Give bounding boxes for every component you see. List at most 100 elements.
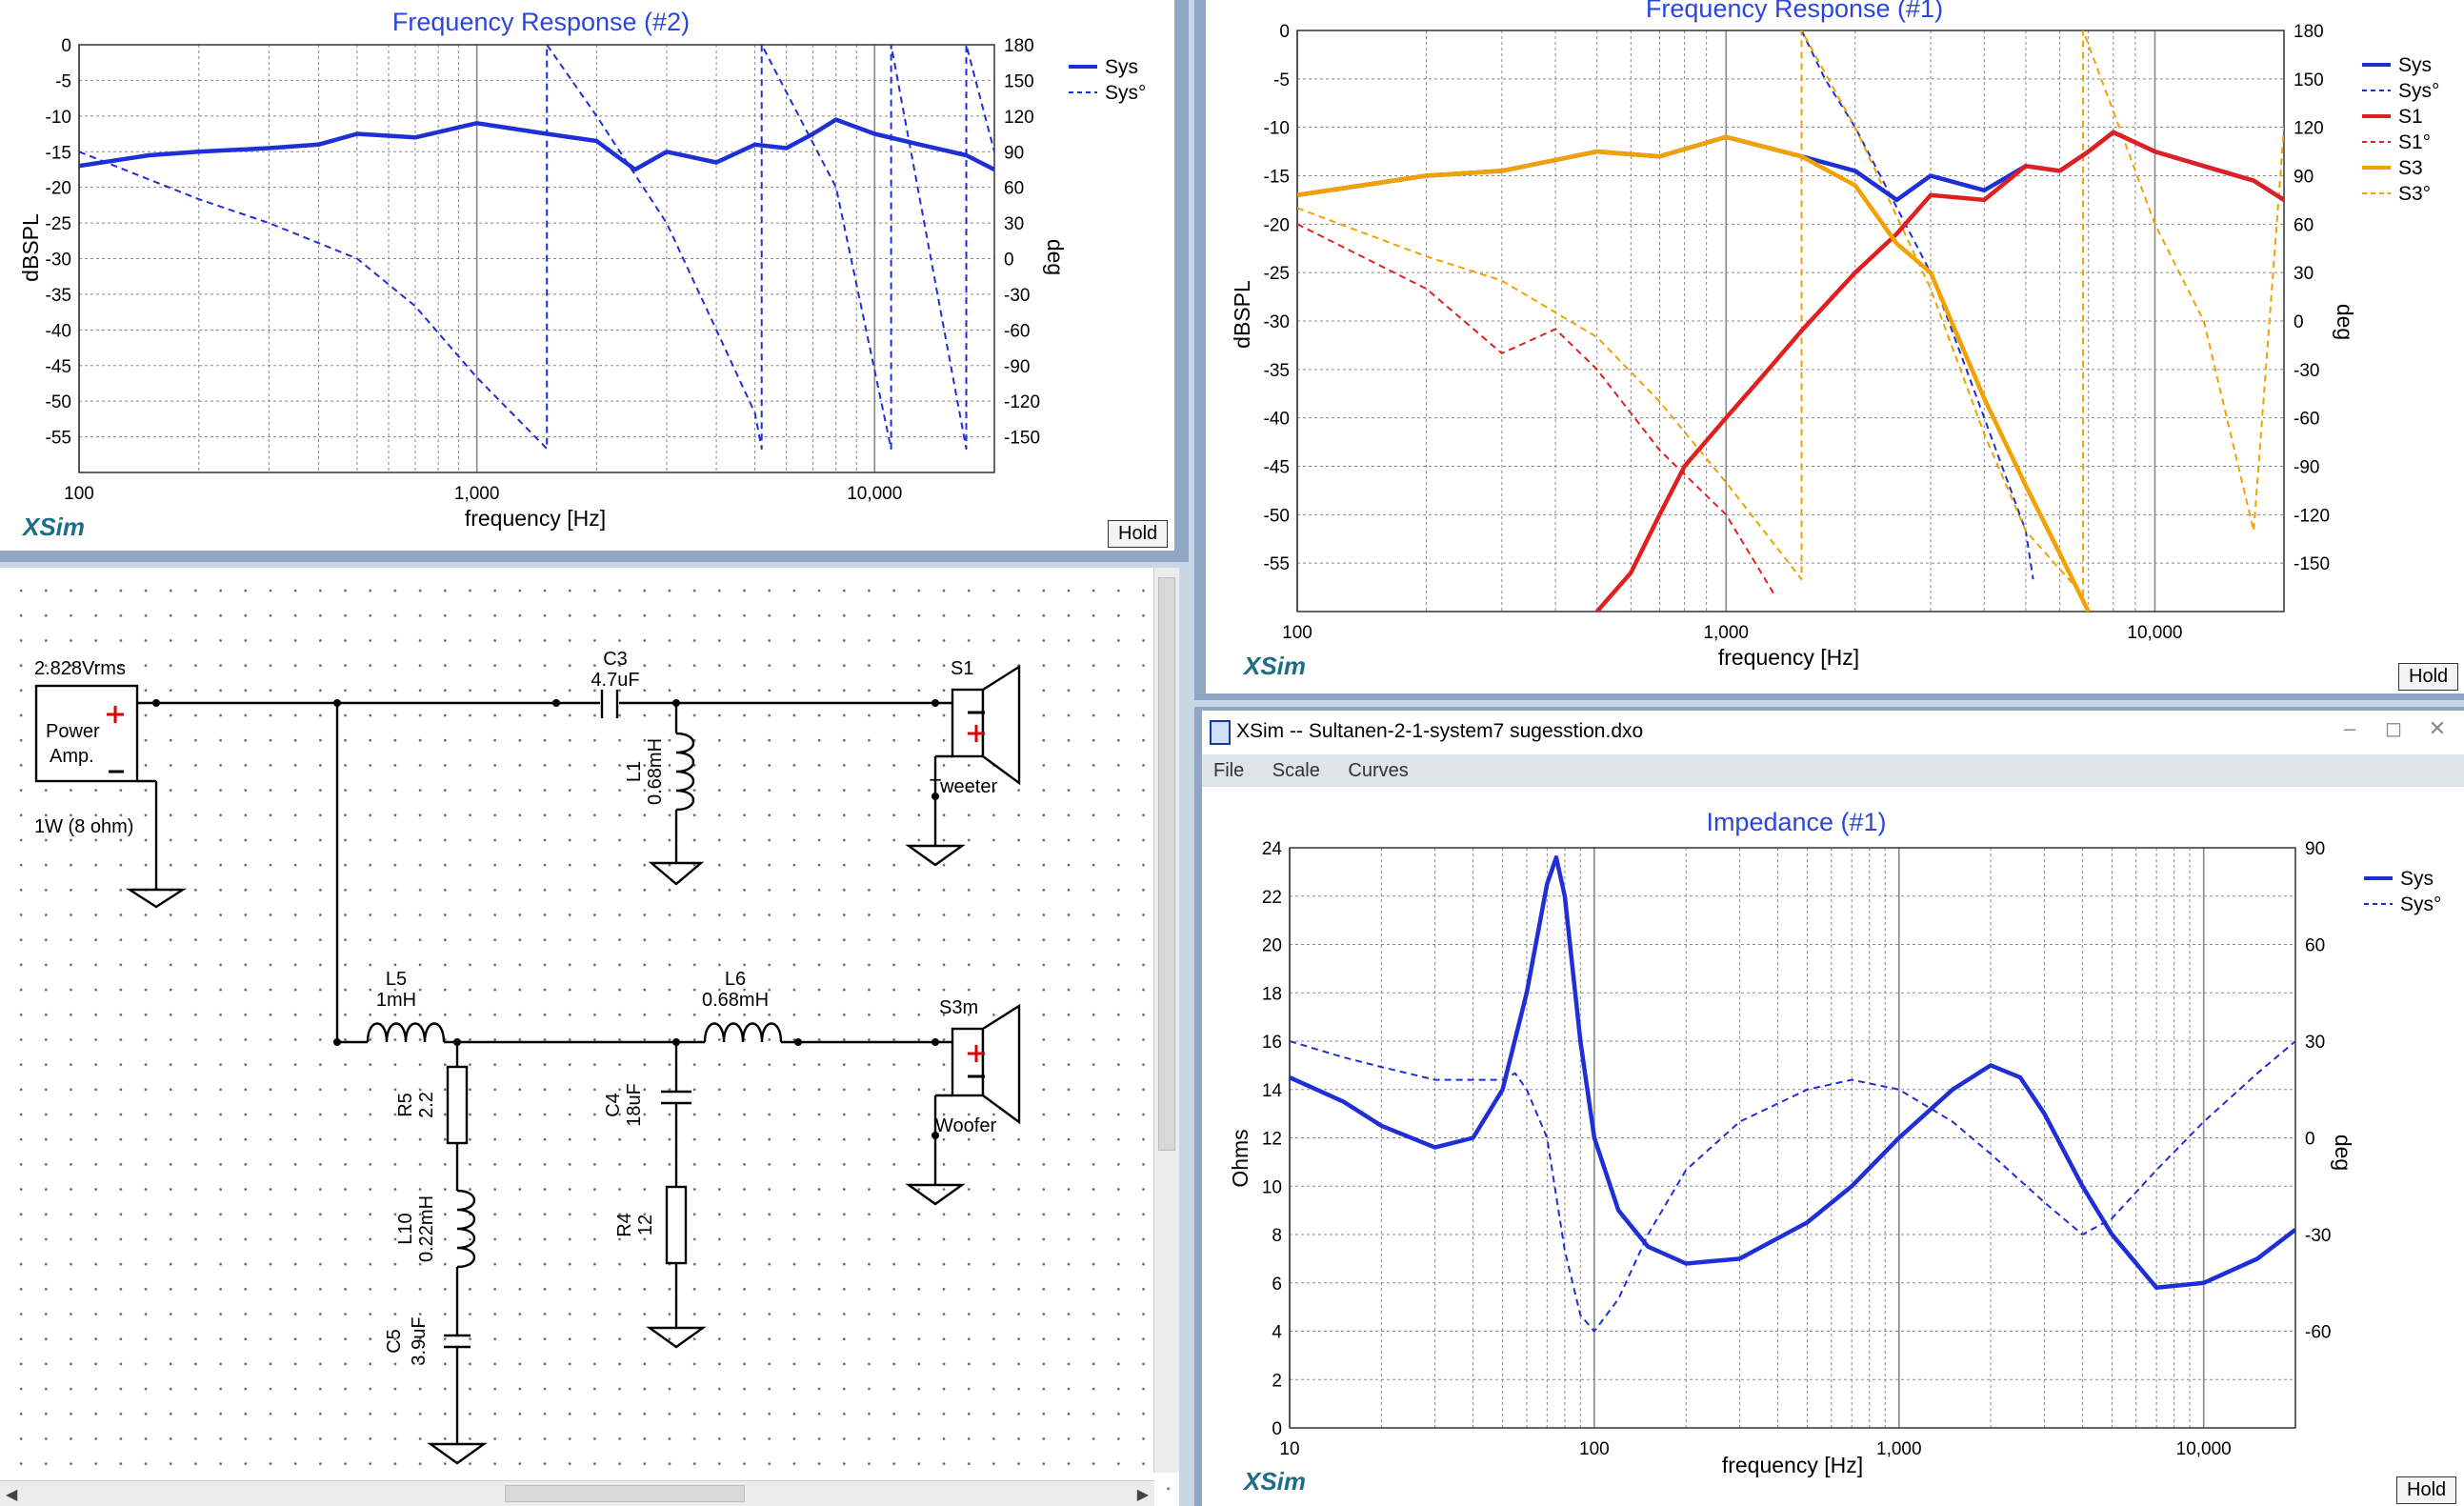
c4-name[interactable]: C4	[603, 1093, 624, 1117]
r4-value: 12	[635, 1215, 656, 1235]
s3-name[interactable]: S3m	[939, 997, 978, 1018]
series-line-s1-phase	[1297, 223, 1776, 596]
s1-label: Tweeter	[930, 776, 997, 797]
frequency-response-1-panel: Frequency Response (#1) dBSPL deg freque…	[1206, 0, 2464, 693]
y2-tick-label: 30	[2294, 264, 2314, 284]
y-tick-label: -30	[46, 251, 71, 271]
legend-label: Sys	[1105, 56, 1138, 78]
series-group	[79, 45, 994, 451]
y2-tick-label: -30	[2305, 1226, 2331, 1246]
y-tick-label: 2	[1272, 1371, 1282, 1391]
y2-tick-label: 90	[1004, 143, 1024, 163]
horizontal-scrollbar-thumb[interactable]	[505, 1485, 745, 1502]
app-icon	[1210, 720, 1231, 745]
horizontal-scrollbar[interactable]: ◀ ▶	[0, 1480, 1154, 1506]
legend-label: Sys°	[1105, 82, 1146, 104]
vertical-scrollbar[interactable]	[1153, 568, 1179, 1473]
c3-name[interactable]: C3	[603, 649, 628, 670]
source-amp-label: Amp.	[50, 746, 94, 767]
close-icon[interactable]: ✕	[2418, 716, 2456, 745]
y2-tick-label: -30	[2294, 361, 2319, 381]
hold-button[interactable]: Hold	[2396, 1476, 2457, 1504]
y2-tick-label: 30	[2305, 1033, 2325, 1053]
series-line-sys	[79, 117, 994, 172]
y2-tick-label: 60	[2305, 936, 2325, 956]
r4-name[interactable]: R4	[614, 1213, 635, 1237]
legend-label: S3	[2398, 157, 2423, 179]
y2-tick-label: -120	[2294, 506, 2330, 526]
l1-value: 0.68mH	[645, 738, 666, 805]
legend-label: Sys	[2400, 868, 2434, 890]
l10-name[interactable]: L10	[395, 1213, 416, 1244]
source-power-label: 1W (8 ohm)	[34, 816, 133, 837]
y-tick-label: -40	[46, 321, 71, 341]
frequency-response-1-chart: Frequency Response (#1) dBSPL deg freque…	[1230, 0, 2439, 670]
grid	[1296, 30, 2285, 612]
y-tick-label: -5	[55, 71, 71, 91]
y2-axis-label: deg	[2333, 304, 2357, 340]
c3-value: 4.7uF	[591, 670, 639, 691]
x-tick-label: 10	[1279, 1439, 1299, 1459]
y2-tick-label: 90	[2294, 168, 2314, 188]
l5-name[interactable]: L5	[386, 969, 407, 990]
menu-curves[interactable]: Curves	[1336, 754, 1419, 788]
y-tick-label: 12	[1262, 1130, 1282, 1150]
y2-tick-label: 60	[2294, 215, 2314, 235]
y2-tick-label: 150	[1004, 71, 1034, 91]
y2-tick-label: -120	[1004, 392, 1040, 412]
y-tick-label: -35	[1264, 361, 1290, 381]
y-tick-label: 0	[1272, 1419, 1282, 1439]
y-tick-label: 10	[1262, 1177, 1282, 1197]
legend-label: Sys°	[2400, 894, 2441, 915]
x-tick-label: 10,000	[2127, 623, 2182, 643]
c5-value: 3.9uF	[409, 1316, 430, 1365]
grid	[1289, 847, 2296, 1429]
y2-tick-label: -150	[2294, 554, 2330, 574]
y-axis-label: dBSPL	[1230, 280, 1254, 349]
c5-name[interactable]: C5	[384, 1329, 405, 1354]
hold-button[interactable]: Hold	[2398, 663, 2459, 691]
x-tick-label: 1,000	[454, 484, 500, 504]
legend: Sys Sys° S1 S1° S3 S3°	[2362, 54, 2439, 205]
y-tick-label: -45	[1264, 458, 1290, 478]
scroll-left-arrow-icon[interactable]: ◀	[6, 1485, 17, 1504]
minimize-icon[interactable]: –	[2331, 716, 2369, 745]
legend-label: Sys°	[2398, 80, 2439, 102]
y-tick-label: 22	[1262, 888, 1282, 908]
y2-tick-label: 30	[1004, 214, 1024, 234]
y2-tick-label: 60	[1004, 179, 1024, 199]
x-tick-label: 100	[1579, 1439, 1610, 1459]
l6-value: 0.68mH	[702, 990, 769, 1011]
scroll-right-arrow-icon[interactable]: ▶	[1137, 1485, 1149, 1504]
series-line-s3	[1297, 134, 2091, 612]
y-tick-label: 18	[1262, 984, 1282, 1004]
legend-label: Sys	[2398, 54, 2432, 76]
legend-label: S1°	[2398, 131, 2431, 153]
s3-label: Woofer	[935, 1115, 996, 1136]
schematic-panel[interactable]: ◀ ▶ 2.828Vrms Power Amp. 1W (8 ohm) C3 4…	[0, 568, 1179, 1506]
l6-name[interactable]: L6	[725, 969, 746, 990]
window-titlebar[interactable]: XSim -- Sultanen-2-1-system7 sugesstion.…	[1202, 711, 2464, 755]
s1-name[interactable]: S1	[951, 658, 973, 679]
x-tick-label: 10,000	[2176, 1439, 2232, 1459]
menu-file[interactable]: File	[1202, 754, 1255, 788]
legend: Sys Sys°	[1069, 56, 1146, 104]
y2-tick-label: -60	[2294, 410, 2319, 430]
y-tick-label: 20	[1262, 936, 1282, 956]
y-tick-label: 16	[1262, 1033, 1282, 1053]
y-tick-label: -10	[1264, 119, 1290, 139]
r5-name[interactable]: R5	[395, 1093, 416, 1117]
l1-name[interactable]: L1	[624, 761, 645, 782]
hold-button[interactable]: Hold	[1108, 520, 1169, 548]
vertical-scrollbar-thumb[interactable]	[1158, 577, 1175, 1151]
x-tick-label: 10,000	[847, 484, 902, 504]
maximize-icon[interactable]: ◻	[2374, 716, 2413, 745]
chart-title: Frequency Response (#1)	[1646, 0, 1943, 23]
x-axis-label: frequency [Hz]	[1722, 1453, 1863, 1477]
y-tick-label: -35	[46, 286, 71, 306]
y2-tick-label: -150	[1004, 429, 1040, 449]
x-tick-label: 1,000	[1703, 623, 1749, 643]
y-tick-label: 24	[1262, 839, 1283, 859]
menu-scale[interactable]: Scale	[1261, 754, 1332, 788]
x-tick-label: 100	[64, 484, 94, 504]
